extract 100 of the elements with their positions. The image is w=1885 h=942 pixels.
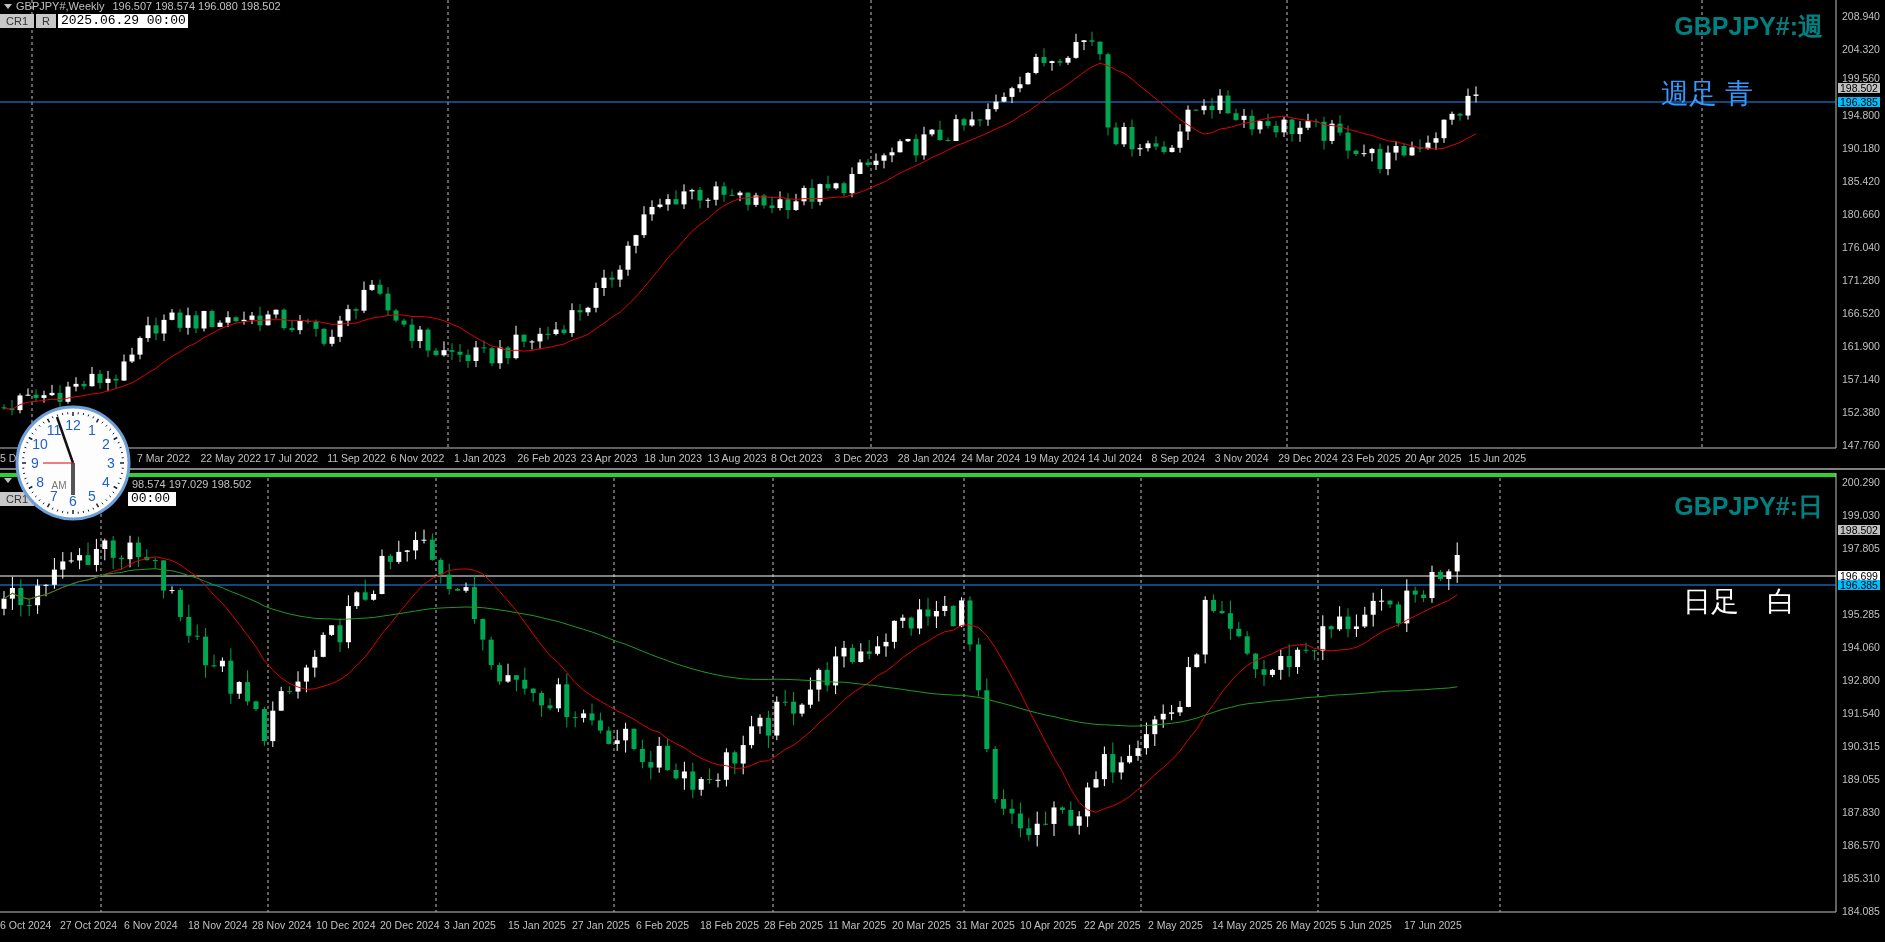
- price-axis-label: 185.310: [1842, 872, 1880, 884]
- time-axis-label: 6 Nov 2024: [124, 919, 178, 931]
- time-axis-label: 6 Feb 2025: [636, 919, 690, 931]
- time-field[interactable]: 2025.06.29 00:00: [57, 14, 188, 28]
- time-axis-label: 23 Feb 2025: [1341, 452, 1401, 464]
- time-axis-label: 28 Feb 2025: [764, 919, 823, 931]
- time-axis-label: 6 Oct 2024: [0, 919, 52, 931]
- time-axis-label: 22 May 2022: [200, 452, 262, 464]
- price-tag: 198.502: [1838, 82, 1880, 94]
- time-axis-label: 28 Nov 2024: [252, 919, 312, 931]
- time-axis-label: 29 Dec 2024: [1278, 452, 1338, 464]
- clock-numeral: 12: [65, 417, 81, 433]
- time-axis-label: 26 Feb 2023: [517, 452, 577, 464]
- chart-title: GBPJPY#:日: [1674, 494, 1823, 519]
- clock-numeral: 10: [32, 436, 48, 452]
- price-axis-label: 157.140: [1842, 373, 1880, 385]
- price-axis-label: 166.520: [1842, 307, 1880, 319]
- price-axis-label: 189.055: [1842, 773, 1880, 785]
- price-axis-label: 190.180: [1842, 142, 1880, 154]
- clock-numeral: 6: [69, 493, 77, 509]
- time-axis-label: 19 May 2024: [1024, 452, 1086, 464]
- clock-period-label: AM: [51, 480, 67, 491]
- chart-title: GBPJPY#:週: [1674, 14, 1823, 39]
- time-axis-label: 20 Mar 2025: [892, 919, 951, 931]
- price-axis-label: 147.760: [1842, 439, 1880, 451]
- price-axis-label: 186.570: [1842, 839, 1880, 851]
- price-axis-label: 194.800: [1842, 109, 1880, 121]
- time-axis-label: 13 Aug 2023: [707, 452, 767, 464]
- time-axis-label: 27 Oct 2024: [60, 919, 118, 931]
- clock-numeral: 4: [102, 474, 110, 490]
- price-axis-label: 152.380: [1842, 406, 1880, 418]
- time-axis-label: 27 Jan 2025: [572, 919, 630, 931]
- price-axis-label: 199.560: [1842, 72, 1880, 84]
- clock-numeral: 8: [36, 474, 44, 490]
- time-field[interactable]: 00:00: [128, 492, 176, 506]
- time-axis-label: 20 Dec 2024: [380, 919, 440, 931]
- clock-numeral: 2: [102, 436, 110, 452]
- toolbar-button[interactable]: R: [36, 14, 56, 28]
- time-axis-label: 8 Oct 2023: [771, 452, 823, 464]
- time-axis-label: 11 Mar 2025: [828, 919, 887, 931]
- time-axis-label: 23 Apr 2023: [580, 452, 638, 464]
- time-axis-label: 15 Jun 2025: [1468, 452, 1527, 464]
- price-axis-label: 192.800: [1842, 674, 1880, 686]
- time-axis-label: 11 Sep 2022: [327, 452, 386, 464]
- price-axis-label: 195.285: [1842, 608, 1880, 620]
- time-axis-label: 14 Jul 2024: [1088, 452, 1143, 464]
- clock-numeral: 11: [46, 422, 62, 439]
- dropdown-triangle-icon[interactable]: [4, 4, 12, 9]
- time-axis-label: 14 May 2025: [1212, 919, 1273, 931]
- time-axis-label: 10 Apr 2025: [1020, 919, 1077, 931]
- time-axis-label: 3 Nov 2024: [1214, 452, 1269, 464]
- price-axis-label: 171.280: [1842, 274, 1880, 286]
- price-axis-label: 208.940: [1842, 10, 1880, 22]
- price-axis-label: 190.315: [1842, 740, 1880, 752]
- time-axis-label: 18 Nov 2024: [188, 919, 248, 931]
- price-axis-label: 197.805: [1842, 542, 1880, 554]
- dropdown-triangle-icon[interactable]: [4, 478, 12, 483]
- time-axis-label: 17 Jul 2022: [263, 452, 319, 464]
- price-axis-label: 204.320: [1842, 43, 1880, 55]
- price-axis-label: 161.900: [1842, 340, 1880, 352]
- clock-numeral: 1: [88, 422, 96, 439]
- price-tag: 196.385: [1838, 579, 1880, 591]
- time-axis-label: 10 Dec 2024: [316, 919, 376, 931]
- price-axis-label: 185.420: [1842, 175, 1880, 187]
- time-axis-label: 5 Jun 2025: [1340, 919, 1392, 931]
- chart-note: 日足 白: [1683, 588, 1795, 616]
- time-axis-label: 28 Jan 2024: [897, 452, 956, 464]
- chart-note: 週足 青: [1661, 80, 1753, 108]
- time-axis-label: 3 Jan 2025: [444, 919, 496, 931]
- time-axis-label: 6 Nov 2022: [390, 452, 445, 464]
- time-axis-label: 15 Jan 2025: [508, 919, 566, 931]
- time-axis-label: 24 Mar 2024: [961, 452, 1021, 464]
- time-axis-label: 3 Dec 2023: [834, 452, 889, 464]
- clock-numeral: 3: [107, 455, 115, 471]
- time-axis-label: 31 Mar 2025: [956, 919, 1015, 931]
- clock-numeral: 9: [31, 455, 39, 471]
- price-axis-label: 187.830: [1842, 806, 1880, 818]
- time-axis-label: 20 Apr 2025: [1405, 452, 1462, 464]
- time-axis-label: 7 Mar 2022: [137, 452, 191, 464]
- price-tag: 196.385: [1838, 96, 1880, 108]
- time-axis-label: 8 Sep 2024: [1151, 452, 1206, 464]
- time-axis-label: 17 Jun 2025: [1404, 919, 1462, 931]
- ohlc-values: 98.574 197.029 198.502: [132, 478, 252, 491]
- ohlc-values: 196.507 198.574 196.080 198.502: [112, 0, 281, 13]
- time-axis-label: 18 Feb 2025: [700, 919, 759, 931]
- time-axis-label: 5 D: [0, 452, 17, 464]
- time-axis-label: 1 Jan 2023: [454, 452, 506, 464]
- time-axis-label: 18 Jun 2023: [644, 452, 702, 464]
- toolbar-button[interactable]: CR1: [0, 14, 34, 28]
- symbol-label: GBPJPY#,Weekly: [16, 0, 105, 13]
- price-axis-label: 184.085: [1842, 905, 1880, 917]
- clock-numeral: 5: [88, 487, 96, 504]
- price-axis-label: 194.060: [1842, 641, 1880, 653]
- time-axis-label: 2 May 2025: [1148, 919, 1203, 931]
- time-axis-label: 22 Apr 2025: [1084, 919, 1141, 931]
- price-axis-label: 180.660: [1842, 208, 1880, 220]
- price-tag: 198.502: [1838, 524, 1880, 536]
- price-axis-label: 176.040: [1842, 241, 1880, 253]
- time-axis-label: 26 May 2025: [1276, 919, 1337, 931]
- price-axis-label: 191.540: [1842, 707, 1880, 719]
